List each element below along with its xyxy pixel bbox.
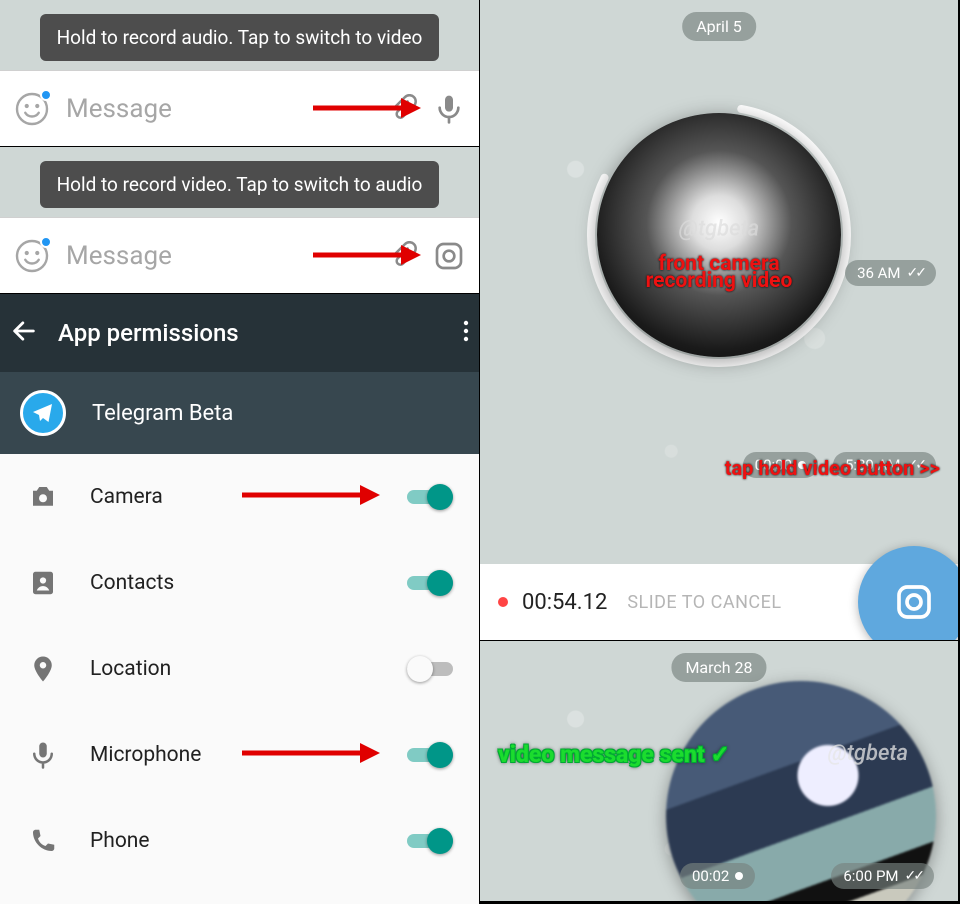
recording-panel: April 5 @tgbeta front camera recording v… xyxy=(480,0,958,640)
sticker-update-dot xyxy=(40,89,52,101)
arrow-annotation xyxy=(311,96,421,120)
slide-to-cancel[interactable]: SLIDE TO CANCEL xyxy=(627,592,781,613)
contacts-icon xyxy=(26,568,60,598)
permission-row-contacts[interactable]: Contacts xyxy=(0,540,479,626)
caption-line2: recording video xyxy=(646,269,793,293)
permission-toggle[interactable] xyxy=(407,828,453,854)
permission-toggle[interactable] xyxy=(407,656,453,682)
arrow-annotation xyxy=(240,484,380,510)
location-icon xyxy=(26,654,60,684)
arrow-annotation xyxy=(240,742,380,768)
permission-row-microphone[interactable]: Microphone xyxy=(0,712,479,798)
video-toast: Hold to record video. Tap to switch to a… xyxy=(40,161,439,208)
emoji-icon[interactable] xyxy=(14,91,50,127)
recording-bar: 00:54.12 SLIDE TO CANCEL xyxy=(480,564,958,640)
more-icon[interactable] xyxy=(463,319,469,347)
sent-panel: March 28 video message sent ✓ @tgbeta 00… xyxy=(480,641,958,901)
phone-icon xyxy=(26,826,60,856)
microphone-icon xyxy=(26,740,60,770)
arrow-annotation xyxy=(311,243,421,267)
permission-toggle[interactable] xyxy=(407,484,453,510)
video-preview-circle: @tgbeta front camera recording video xyxy=(579,95,859,375)
video-camera-icon[interactable] xyxy=(433,240,465,272)
permission-row-location[interactable]: Location xyxy=(0,626,479,712)
date-pill: April 5 xyxy=(682,12,756,41)
back-icon[interactable] xyxy=(10,317,38,349)
message-time: 36 AM✓✓ xyxy=(845,260,936,286)
app-header: Telegram Beta xyxy=(0,372,479,454)
permission-label: Contacts xyxy=(90,571,377,595)
message-duration: 00:02 xyxy=(680,863,755,889)
permissions-toolbar: App permissions xyxy=(0,294,479,372)
permission-row-sms[interactable]: SMS xyxy=(0,884,479,904)
recording-dot-icon xyxy=(498,597,508,607)
sent-annotation: video message sent ✓ xyxy=(498,741,730,768)
permission-toggle[interactable] xyxy=(407,570,453,596)
microphone-icon[interactable] xyxy=(433,93,465,125)
watermark: @tgbeta xyxy=(679,217,759,242)
app-permissions-panel: App permissions Telegram Beta Camera Cont… xyxy=(0,294,479,904)
permission-toggle[interactable] xyxy=(407,742,453,768)
date-pill: March 28 xyxy=(671,653,766,682)
app-name: Telegram Beta xyxy=(92,401,233,426)
toolbar-title: App permissions xyxy=(58,319,443,347)
sticker-update-dot xyxy=(40,236,52,248)
permission-label: Location xyxy=(90,657,377,681)
watermark: @tgbeta xyxy=(828,741,908,766)
emoji-icon[interactable] xyxy=(14,238,50,274)
telegram-icon xyxy=(20,390,66,436)
permission-label: Phone xyxy=(90,829,377,853)
audio-toast: Hold to record audio. Tap to switch to v… xyxy=(40,14,439,61)
permission-row-phone[interactable]: Phone xyxy=(0,798,479,884)
chat-area: April 5 @tgbeta front camera recording v… xyxy=(480,0,958,564)
camera-icon xyxy=(26,482,60,512)
permission-row-camera[interactable]: Camera xyxy=(0,454,479,540)
hint-annotation: tap hold video button >> xyxy=(725,456,940,480)
video-mode-panel: Hold to record video. Tap to switch to a… xyxy=(0,147,479,293)
recording-elapsed: 00:54.12 xyxy=(522,590,607,615)
permissions-list: Camera Contacts Location Microphone Phone SMS xyxy=(0,454,479,904)
audio-mode-panel: Hold to record audio. Tap to switch to v… xyxy=(0,0,479,146)
message-time: 6:00 PM✓✓ xyxy=(831,863,934,889)
